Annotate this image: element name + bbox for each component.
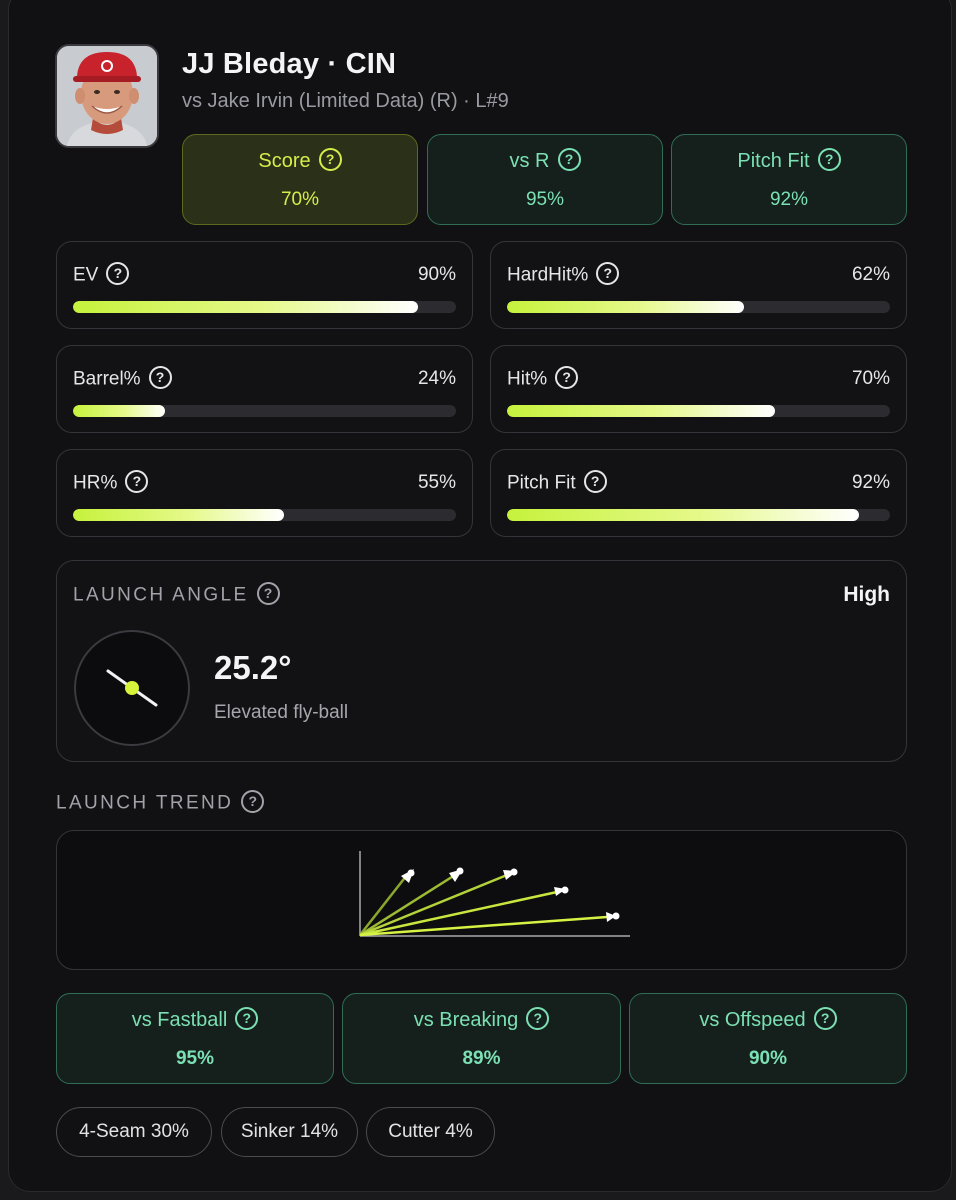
stat-card-pitch-fit: Pitch Fit? 92% [490,449,907,537]
stat-bar [73,301,456,313]
launch-angle-rating: High [843,583,890,606]
vs-offspeed-label: vs Offspeed [699,1009,806,1031]
launch-angle-dial [73,629,191,747]
vs-offspeed-pill[interactable]: vs Offspeed? 90% [629,993,907,1084]
help-icon[interactable]: ? [555,366,579,389]
stat-bar-fill [73,405,165,417]
stat-label: HR% [73,472,118,494]
help-icon[interactable]: ? [125,470,149,493]
pitch-fit-pill[interactable]: Pitch Fit? 92% [671,134,907,225]
stat-value: 55% [417,472,456,493]
stat-label: Pitch Fit [507,472,576,494]
help-icon[interactable]: ? [241,790,265,813]
stat-value: 24% [417,368,456,389]
vs-breaking-pill[interactable]: vs Breaking? 89% [342,993,621,1084]
stat-bar [507,509,890,521]
stat-value: 62% [851,264,890,285]
help-icon[interactable]: ? [557,148,581,172]
stat-card-hardhit: HardHit%? 62% [490,241,907,329]
vs-breaking-value: 89% [462,1048,501,1069]
stat-bar-fill [507,301,745,313]
pitch-mix-tag[interactable]: 4-Seam 30% [56,1107,212,1157]
stat-bar [507,405,890,417]
stat-value: 92% [851,472,890,493]
player-avatar [55,44,159,148]
launch-trend-header: LAUNCH TREND? [56,790,265,815]
stat-card-hr: HR%? 55% [56,449,473,537]
vs-offspeed-value: 90% [748,1048,788,1069]
vs-fastball-value: 95% [175,1048,215,1069]
help-icon[interactable]: ? [583,470,607,493]
stat-card-barrel: Barrel%? 24% [56,345,473,433]
help-icon[interactable]: ? [318,148,342,172]
vs-hand-value: 95% [525,189,565,210]
help-icon[interactable]: ? [148,366,172,389]
launch-trend-title: LAUNCH TREND [56,792,234,814]
player-name: JJ Bleday · CIN [182,48,397,80]
launch-angle-title: LAUNCH ANGLE [73,584,249,606]
stat-bar-fill [73,509,284,521]
stat-label: HardHit% [507,264,589,286]
stat-value: 90% [417,264,456,285]
stat-label: Barrel% [73,368,141,390]
help-icon[interactable]: ? [817,148,841,172]
pitch-mix-tag[interactable]: Cutter 4% [366,1107,495,1157]
help-icon[interactable]: ? [256,582,280,605]
vs-breaking-label: vs Breaking [413,1009,519,1031]
stat-bar [73,509,456,521]
score-value: 70% [280,189,320,210]
stat-bar [73,405,456,417]
launch-angle-value: 25.2° [214,649,292,686]
matchup-subtitle: vs Jake Irvin (Limited Data) (R) · L#9 [182,90,509,112]
pitch-fit-value: 92% [769,189,809,210]
vs-fastball-pill[interactable]: vs Fastball? 95% [56,993,334,1084]
stat-bar-fill [507,509,860,521]
help-icon[interactable]: ? [106,262,130,285]
stat-bar-fill [507,405,776,417]
score-label: Score [258,150,311,172]
vs-fastball-label: vs Fastball [131,1009,228,1031]
help-icon[interactable]: ? [235,1007,259,1031]
stat-value: 70% [851,368,890,389]
stat-label: EV [73,264,99,286]
score-pill[interactable]: Score? 70% [182,134,418,225]
vs-hand-pill[interactable]: vs R? 95% [427,134,663,225]
stat-bar-fill [73,301,418,313]
launch-angle-header: LAUNCH ANGLE? [73,582,280,607]
stat-card-ev: EV? 90% [56,241,473,329]
vs-hand-label: vs R [509,150,550,172]
stat-bar [507,301,890,313]
help-icon[interactable]: ? [596,262,620,285]
stat-card-hit: Hit%? 70% [490,345,907,433]
launch-angle-description: Elevated fly-ball [214,702,349,723]
pitch-fit-label: Pitch Fit [737,150,810,172]
launch-trend-chart [56,830,907,970]
pitch-mix-tag[interactable]: Sinker 14% [221,1107,358,1157]
help-icon[interactable]: ? [526,1007,550,1031]
help-icon[interactable]: ? [813,1007,837,1031]
stat-label: Hit% [507,368,548,390]
launch-angle-card: LAUNCH ANGLE? High 25.2° Elevated fly-ba… [56,560,907,762]
